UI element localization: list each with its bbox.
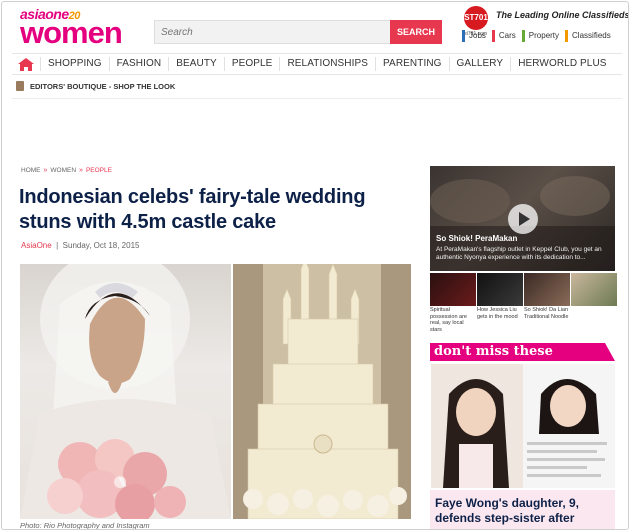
nav-item-relationships[interactable]: RELATIONSHIPS [279, 57, 375, 71]
nav-item-shopping[interactable]: SHOPPING [40, 57, 109, 71]
nav-item-gallery[interactable]: GALLERY [448, 57, 511, 71]
play-icon[interactable] [508, 204, 538, 234]
classifieds-link-jobs[interactable]: Jobs [462, 30, 488, 42]
breadcrumb-people[interactable]: PEOPLE [86, 167, 112, 174]
search-button[interactable]: SEARCH [390, 20, 442, 44]
article-source[interactable]: AsiaOne [21, 241, 52, 250]
classifieds-panel: ST701 st701.com The Leading Online Class… [462, 4, 629, 48]
search-box: SEARCH [154, 20, 442, 44]
thumbnail-image [524, 273, 570, 306]
classifieds-link-property[interactable]: Property [521, 30, 561, 42]
classifieds-link-classifieds[interactable]: Classifieds [565, 30, 613, 42]
thumbnail-image [430, 273, 476, 306]
article-meta: AsiaOne | Sunday, Oct 18, 2015 [21, 241, 139, 250]
thumbnail-item[interactable]: Spiritual possession are real, say local… [430, 273, 476, 333]
video-player[interactable]: So Shiok! PeraMakan At PeraMakan's flags… [430, 166, 615, 271]
dont-miss-header: don't miss these [430, 343, 615, 361]
thumbnail-caption: How Jessica Liu gets in the mood [477, 307, 518, 320]
thumbnail-image [571, 273, 617, 306]
editors-boutique-link[interactable]: EDITORS' BOUTIQUE - SHOP THE LOOK [16, 81, 175, 91]
thumbnail-caption: So Shiok! Da Lian Traditional Noodle [524, 307, 569, 320]
search-input[interactable] [155, 21, 391, 43]
nav-item-herworld-plus[interactable]: HERWORLD PLUS [510, 57, 613, 71]
site-logo[interactable]: asiaone20 women [20, 6, 145, 50]
meta-separator: | [53, 241, 63, 250]
logo-women: women [20, 15, 123, 50]
editors-boutique-label: EDITORS' BOUTIQUE - SHOP THE LOOK [30, 81, 176, 91]
thumbnail-item[interactable]: So Shiok! Da Lian Traditional Noodle [524, 273, 570, 331]
classifieds-title: The Leading Online Classifieds [496, 10, 629, 20]
page-frame: asiaone20 women SEARCH ST701 st701.com T… [1, 1, 629, 530]
nav-item-fashion[interactable]: FASHION [108, 57, 169, 71]
breadcrumb: HOME » WOMEN » PEOPLE [21, 167, 112, 174]
article-title: Indonesian celebs' fairy-tale wedding st… [19, 186, 366, 233]
dont-miss-label: don't miss these [434, 344, 553, 359]
photo-caption: Photo: Rio Photography and Instagram [20, 521, 150, 530]
nav-item-beauty[interactable]: BEAUTY [168, 57, 224, 71]
classifieds-links: Jobs Cars Property Classifieds [462, 30, 613, 42]
dont-miss-headline[interactable]: Faye Wong's daughter, 9, defends step-si… [430, 490, 615, 529]
thumbnail-item[interactable] [571, 273, 617, 331]
breadcrumb-chevron-icon: » [43, 167, 48, 174]
home-icon[interactable] [12, 54, 40, 74]
nav-item-people[interactable]: PEOPLE [223, 57, 280, 71]
st701-logo[interactable]: ST701 [464, 6, 488, 30]
thumbnail-item[interactable]: How Jessica Liu gets in the mood [477, 273, 523, 331]
breadcrumb-women[interactable]: WOMEN [50, 167, 76, 174]
nav-item-parenting[interactable]: PARENTING [375, 57, 449, 71]
divider [12, 98, 622, 99]
video-title: So Shiok! PeraMakan [436, 234, 518, 243]
dont-miss-photo[interactable] [431, 364, 615, 488]
video-thumbnails: Spiritual possession are real, say local… [430, 273, 617, 333]
article-date: Sunday, Oct 18, 2015 [62, 241, 140, 250]
thumbnail-image [477, 273, 523, 306]
main-nav: SHOPPING FASHION BEAUTY PEOPLE RELATIONS… [12, 53, 622, 75]
video-description: At PeraMakan's flagship outlet in Keppel… [436, 246, 602, 261]
shopping-tag-icon [16, 81, 24, 91]
castle-cake-photo [233, 264, 411, 519]
breadcrumb-chevron-icon: » [79, 167, 83, 174]
bride-photo [20, 264, 231, 519]
thumbnail-caption: Spiritual possession are real, say local… [430, 307, 467, 333]
breadcrumb-home[interactable]: HOME [21, 167, 41, 174]
classifieds-link-cars[interactable]: Cars [491, 30, 518, 42]
